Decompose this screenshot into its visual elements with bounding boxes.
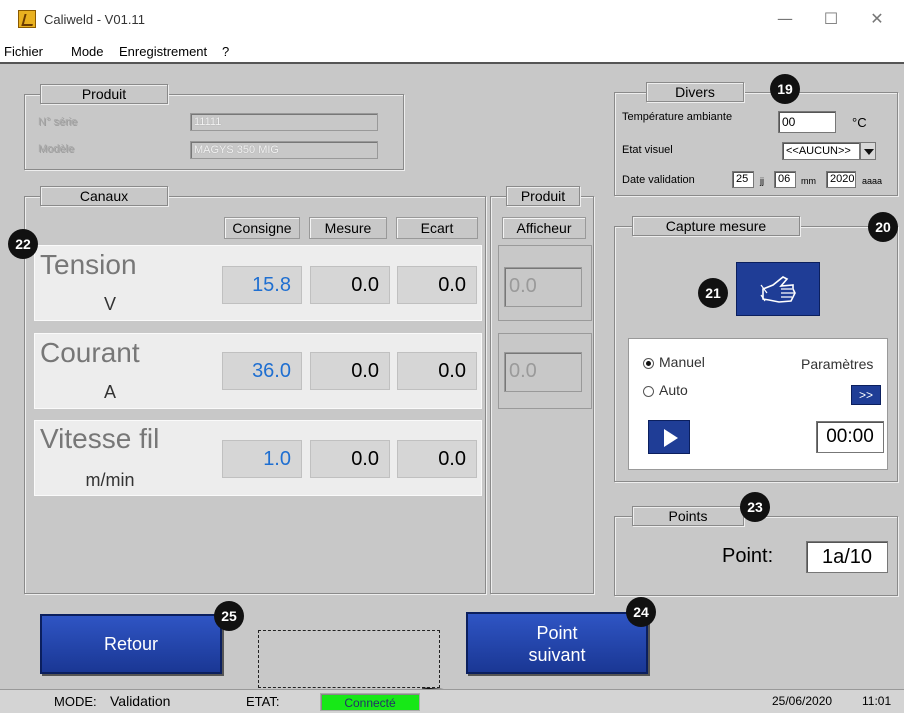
day-unit: jj xyxy=(760,176,764,186)
channel-name: Vitesse fil xyxy=(40,423,160,454)
display-value: 0.0 xyxy=(504,267,582,307)
etat-visuel-select[interactable]: <<AUCUN>> xyxy=(782,142,860,160)
minimize-button[interactable]: — xyxy=(762,4,808,34)
point-suivant-line2: suivant xyxy=(528,645,586,665)
channel-name: Tension xyxy=(40,249,137,280)
callout-badge-20: 20 xyxy=(868,212,898,242)
close-button[interactable]: ✕ xyxy=(854,4,900,34)
radio-manuel[interactable] xyxy=(643,358,654,369)
connection-status-badge: Connecté xyxy=(320,693,420,711)
ecart-value: 0.0 xyxy=(397,440,477,478)
status-bar: MODE: Validation ETAT: Connecté 25/06/20… xyxy=(0,689,904,713)
window-title: Caliweld - V01.11 xyxy=(44,12,145,27)
produit-display-title: Produit xyxy=(506,186,580,206)
serial-field: 11111 xyxy=(190,113,378,131)
point-suivant-line1: Point xyxy=(536,623,578,643)
month-unit: mm xyxy=(801,176,816,186)
point-label: Point: xyxy=(722,545,774,567)
point-value: 1a/10 xyxy=(806,541,888,573)
capture-hand-button[interactable] xyxy=(736,262,820,316)
points-title: Points xyxy=(632,506,744,526)
menu-mode[interactable]: Mode xyxy=(71,44,104,59)
header-afficheur: Afficheur xyxy=(502,217,586,239)
channel-unit: V xyxy=(103,294,116,314)
temperature-unit: °C xyxy=(852,115,867,130)
temperature-input[interactable]: 00 xyxy=(778,111,836,133)
play-button[interactable] xyxy=(648,420,690,454)
temperature-label: Température ambiante xyxy=(622,111,733,123)
menu-help[interactable]: ? xyxy=(222,44,229,59)
callout-badge-19: 19 xyxy=(770,74,800,104)
callout-badge-25: 25 xyxy=(214,601,244,631)
capture-title: Capture mesure xyxy=(632,216,800,236)
callout-badge-23: 23 xyxy=(740,492,770,522)
radio-auto[interactable] xyxy=(643,386,654,397)
model-label: Modèle xyxy=(38,143,75,155)
year-unit: aaaa xyxy=(862,176,883,186)
parametres-button[interactable]: >> xyxy=(851,385,881,405)
timer-display: 00:00 xyxy=(816,421,884,453)
maximize-button[interactable]: ☐ xyxy=(808,4,854,34)
status-time: 11:01 xyxy=(862,694,892,708)
etat-visuel-dropdown-button[interactable] xyxy=(860,142,876,160)
callout-badge-22: 22 xyxy=(8,229,38,259)
chevron-down-icon xyxy=(864,149,874,155)
ecart-value: 0.0 xyxy=(397,266,477,304)
date-day-input[interactable]: 25 xyxy=(732,171,754,188)
callout-badge-24: 24 xyxy=(626,597,656,627)
date-month-input[interactable]: 06 xyxy=(774,171,796,188)
mode-label: MODE: xyxy=(54,694,97,709)
produit-info-title: Produit xyxy=(40,84,168,104)
etat-visuel-label: Etat visuel xyxy=(622,144,673,156)
divers-title: Divers xyxy=(646,82,744,102)
mode-value: Validation xyxy=(110,693,171,709)
consigne-value: 1.0 xyxy=(222,440,302,478)
header-ecart: Ecart xyxy=(396,217,478,239)
manuel-label: Manuel xyxy=(659,354,705,370)
title-bar: Caliweld - V01.11 — ☐ ✕ xyxy=(0,0,904,40)
header-consigne: Consigne xyxy=(224,217,300,239)
consigne-value: 36.0 xyxy=(222,352,302,390)
empty-placeholder-frame xyxy=(258,630,440,688)
ecart-value: 0.0 xyxy=(397,352,477,390)
menu-enregistrement[interactable]: Enregistrement xyxy=(119,44,207,59)
channel-unit: A xyxy=(103,382,116,402)
mesure-value: 0.0 xyxy=(310,352,390,390)
play-icon xyxy=(664,429,678,447)
status-date: 25/06/2020 xyxy=(772,694,833,708)
etat-visuel-value: <<AUCUN>> xyxy=(786,145,851,157)
mesure-value: 0.0 xyxy=(310,440,390,478)
hand-icon xyxy=(760,276,796,303)
channel-name: Courant xyxy=(40,337,140,368)
point-suivant-button[interactable]: Point suivant xyxy=(466,612,648,674)
parametres-label: Paramètres xyxy=(801,356,874,372)
menu-bar: Fichier Mode Enregistrement ? xyxy=(0,40,904,64)
canaux-title: Canaux xyxy=(40,186,168,206)
auto-label: Auto xyxy=(659,382,688,398)
header-mesure: Mesure xyxy=(309,217,387,239)
date-year-input[interactable]: 2020 xyxy=(826,171,856,188)
mesure-value: 0.0 xyxy=(310,266,390,304)
date-validation-label: Date validation xyxy=(622,174,695,186)
retour-button[interactable]: Retour xyxy=(40,614,222,674)
model-field: MAGYS 350 MIG xyxy=(190,141,378,159)
etat-label: ETAT: xyxy=(246,694,280,709)
callout-badge-21: 21 xyxy=(698,278,728,308)
serial-label: N° série xyxy=(38,116,78,128)
channel-unit: m/min xyxy=(85,470,135,490)
display-value: 0.0 xyxy=(504,352,582,392)
consigne-value: 15.8 xyxy=(222,266,302,304)
menu-fichier[interactable]: Fichier xyxy=(4,44,43,59)
app-icon xyxy=(18,10,36,28)
